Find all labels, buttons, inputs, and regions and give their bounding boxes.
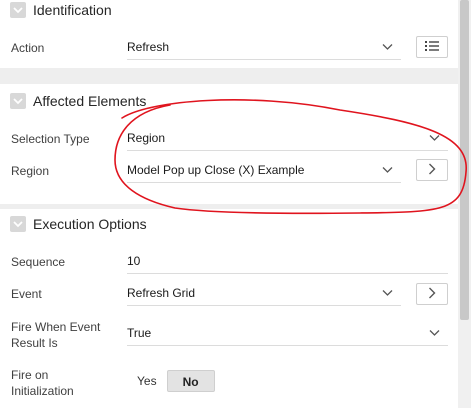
chevron-down-icon	[382, 286, 393, 300]
chevron-down-icon	[382, 163, 393, 177]
action-value: Refresh	[127, 40, 170, 54]
identification-header[interactable]: Identification	[10, 2, 112, 18]
list-icon	[425, 40, 439, 55]
sequence-input[interactable]: 10	[127, 248, 448, 274]
panel-gap	[0, 68, 458, 84]
sequence-value: 10	[127, 254, 141, 268]
fire-when-label-line-2: Result Is	[11, 336, 58, 350]
list-button[interactable]	[416, 36, 448, 58]
toggle-no[interactable]: No	[166, 370, 215, 392]
scrollbar-thumb[interactable]	[460, 0, 469, 320]
selection-type-label: Selection Type	[11, 132, 90, 146]
region-label: Region	[11, 164, 50, 178]
event-value: Refresh Grid	[127, 286, 196, 300]
affected-elements-header[interactable]: Affected Elements	[10, 93, 146, 109]
region-go-button[interactable]	[416, 159, 448, 181]
region-value: Model Pop up Close (X) Example	[127, 163, 305, 177]
fire-when-select[interactable]: True	[127, 320, 448, 346]
fire-when-value: True	[127, 326, 152, 340]
chevron-down-icon[interactable]	[10, 93, 26, 109]
chevron-down-icon[interactable]	[10, 2, 26, 18]
execution-options-header[interactable]: Execution Options	[10, 216, 147, 232]
fire-init-label-line-2: Initialization	[11, 384, 74, 398]
event-go-button[interactable]	[416, 283, 448, 305]
execution-options-panel: Execution Options Sequence 10 Event Refr…	[0, 209, 458, 408]
fire-when-label: Fire When Event Result Is	[11, 319, 100, 351]
event-select[interactable]: Refresh Grid	[127, 280, 401, 306]
section-title: Execution Options	[33, 216, 147, 232]
fire-init-label-line-1: Fire on	[11, 368, 49, 382]
event-label: Event	[11, 287, 42, 301]
chevron-down-icon	[429, 326, 440, 340]
fire-init-label: Fire on Initialization	[11, 367, 74, 399]
selection-type-select[interactable]: Region	[127, 125, 448, 151]
action-label: Action	[11, 41, 45, 55]
toggle-yes[interactable]: Yes	[127, 370, 167, 392]
chevron-down-icon	[429, 131, 440, 145]
fire-when-label-line-1: Fire When Event	[11, 320, 101, 334]
section-title: Identification	[33, 2, 112, 18]
chevron-down-icon[interactable]	[10, 216, 26, 232]
fire-on-init-toggle[interactable]: Yes No	[127, 370, 215, 392]
selection-type-value: Region	[127, 131, 166, 145]
section-title: Affected Elements	[33, 93, 147, 109]
region-select[interactable]: Model Pop up Close (X) Example	[127, 157, 401, 183]
chevron-right-icon	[428, 287, 436, 302]
sequence-label: Sequence	[11, 255, 66, 269]
affected-elements-panel: Affected Elements Selection Type Region …	[0, 84, 458, 204]
chevron-right-icon	[428, 163, 436, 178]
chevron-down-icon	[382, 40, 393, 54]
action-select[interactable]: Refresh	[127, 34, 401, 60]
identification-panel: Identification Action Refresh	[0, 0, 458, 68]
